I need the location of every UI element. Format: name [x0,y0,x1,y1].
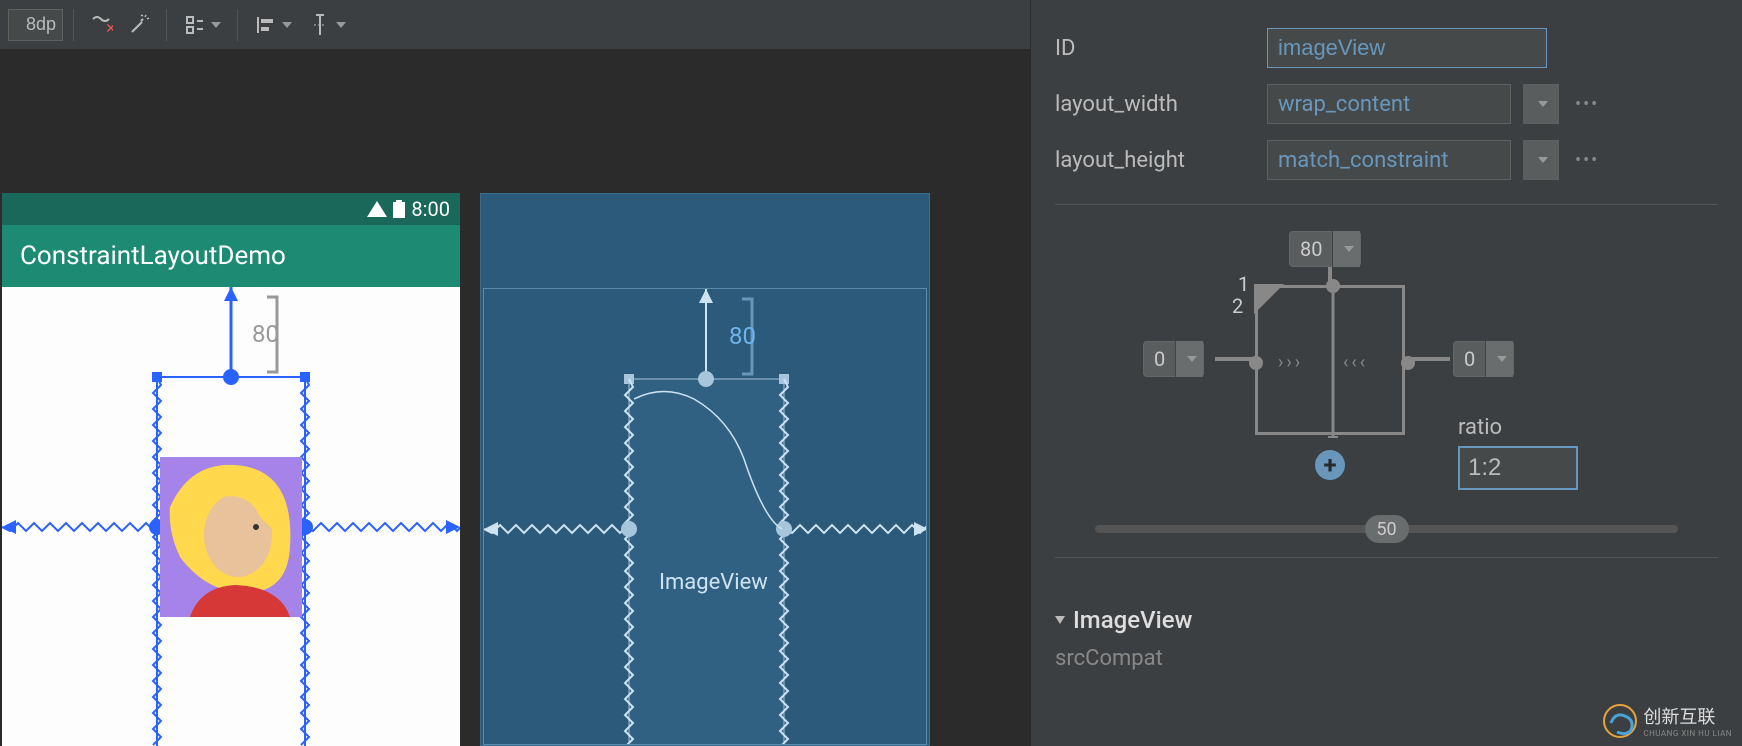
section-title: ImageView [1073,606,1192,634]
bias-thumb[interactable]: 50 [1365,515,1409,543]
clear-constraints-icon: ✕ [89,13,113,37]
separator [73,9,74,41]
chevron-down-icon [1538,157,1548,163]
magic-wand-icon [127,13,151,37]
svg-text:›››: ››› [1278,352,1303,373]
app-title: ConstraintLayoutDemo [20,241,286,271]
chevron-down-icon [1332,231,1360,267]
default-margin-input[interactable] [8,9,63,41]
chevron-down-icon [282,22,292,28]
ratio-label: ratio [1458,415,1578,440]
margin-top-value: 80 [1290,237,1332,261]
margin-top-value: 80 [252,320,279,348]
layout-height-select[interactable]: match_constraint [1267,140,1511,180]
chevron-down-icon [1485,341,1513,377]
status-bar: 8:00 [2,193,460,225]
layout-height-row: layout_height match_constraint ••• [1055,132,1718,188]
separator [237,9,238,41]
add-bottom-constraint-button[interactable]: + [1315,450,1345,480]
clock-text: 8:00 [411,197,450,221]
blueprint-preview[interactable]: 80 ImageView [480,193,930,746]
watermark-logo-icon [1603,704,1637,738]
right-anchor[interactable] [1401,356,1415,370]
constraint-box-inner-icon: ››› ‹‹‹ [1258,288,1408,438]
margin-right-value: 0 [1454,347,1485,371]
ratio-marker-1: 1 [1238,272,1249,296]
horizontal-bias-slider[interactable]: 50 [1095,525,1678,533]
wifi-icon [367,201,387,217]
chevron-down-icon [1538,101,1548,107]
chevron-down-icon [336,22,346,28]
guidelines-button[interactable] [302,8,352,42]
svg-text:‹‹‹: ‹‹‹ [1343,352,1368,373]
blueprint-overlay: 80 ImageView [484,289,926,744]
svg-text:ImageView: ImageView [659,570,768,595]
top-anchor[interactable] [1326,279,1340,293]
divider [1055,557,1718,558]
watermark-brand: 创新互联 [1643,703,1732,729]
align-button[interactable] [248,8,298,42]
battery-icon [393,200,405,218]
chevron-down-icon [1055,616,1065,624]
layout-width-dropdown[interactable] [1523,84,1559,124]
margin-left-stepper[interactable]: 0 [1143,341,1204,377]
src-compat-label: srcCompat [1055,646,1163,671]
left-anchor[interactable] [1249,356,1263,370]
src-compat-row: srcCompat [1055,646,1718,671]
plus-icon: + [1323,451,1336,479]
chevron-down-icon [1175,341,1203,377]
margin-top-stepper[interactable]: 80 [1289,231,1361,267]
margin-left-value: 0 [1144,347,1175,371]
design-canvas: 8:00 ConstraintLayoutDemo 80 [0,50,1030,746]
svg-text:80: 80 [729,322,756,350]
watermark-sub: CHUANG XIN HU LIAN [1643,729,1732,738]
watermark: 创新互联 CHUANG XIN HU LIAN [1603,703,1732,738]
guideline-icon [308,13,332,37]
svg-text:✕: ✕ [105,21,113,37]
id-row: ID [1055,20,1718,76]
layout-height-label: layout_height [1055,148,1255,173]
pack-button[interactable] [177,8,227,42]
imageview-section-header[interactable]: ImageView [1055,606,1718,634]
infer-constraints-button[interactable] [122,8,156,42]
separator [166,9,167,41]
more-options-button[interactable]: ••• [1571,150,1603,171]
ratio-area: ratio [1458,415,1578,490]
design-surface[interactable]: 80 [2,287,460,746]
layout-width-value: wrap_content [1278,92,1410,117]
layout-height-value: match_constraint [1278,148,1448,173]
divider [1055,204,1718,205]
align-left-icon [254,13,278,37]
image-view-content[interactable] [160,457,302,617]
chevron-down-icon [211,22,221,28]
constraint-widget: 80 0 0 1 2 ››› ‹‹‹ [1055,225,1718,505]
clear-constraints-button[interactable]: ✕ [84,8,118,42]
attributes-panel: ID layout_width wrap_content ••• layout_… [1030,0,1742,746]
ratio-marker-2: 2 [1232,294,1243,318]
watermark-text: 创新互联 CHUANG XIN HU LIAN [1643,703,1732,738]
constraint-box[interactable]: 1 2 ››› ‹‹‹ [1255,285,1405,435]
layout-width-label: layout_width [1055,92,1255,117]
layout-height-dropdown[interactable] [1523,140,1559,180]
id-input[interactable] [1267,28,1547,68]
avatar-illustration-icon [160,457,302,617]
margin-right-stepper[interactable]: 0 [1453,341,1514,377]
pack-icon [183,13,207,37]
ratio-input[interactable] [1458,446,1578,490]
layout-width-select[interactable]: wrap_content [1267,84,1511,124]
blueprint-surface[interactable]: 80 ImageView [483,288,927,745]
bias-value: 50 [1376,519,1396,540]
design-preview[interactable]: 8:00 ConstraintLayoutDemo 80 [2,193,460,746]
layout-width-row: layout_width wrap_content ••• [1055,76,1718,132]
more-options-button[interactable]: ••• [1571,94,1603,115]
app-bar: ConstraintLayoutDemo [2,225,460,287]
id-label: ID [1055,36,1255,61]
